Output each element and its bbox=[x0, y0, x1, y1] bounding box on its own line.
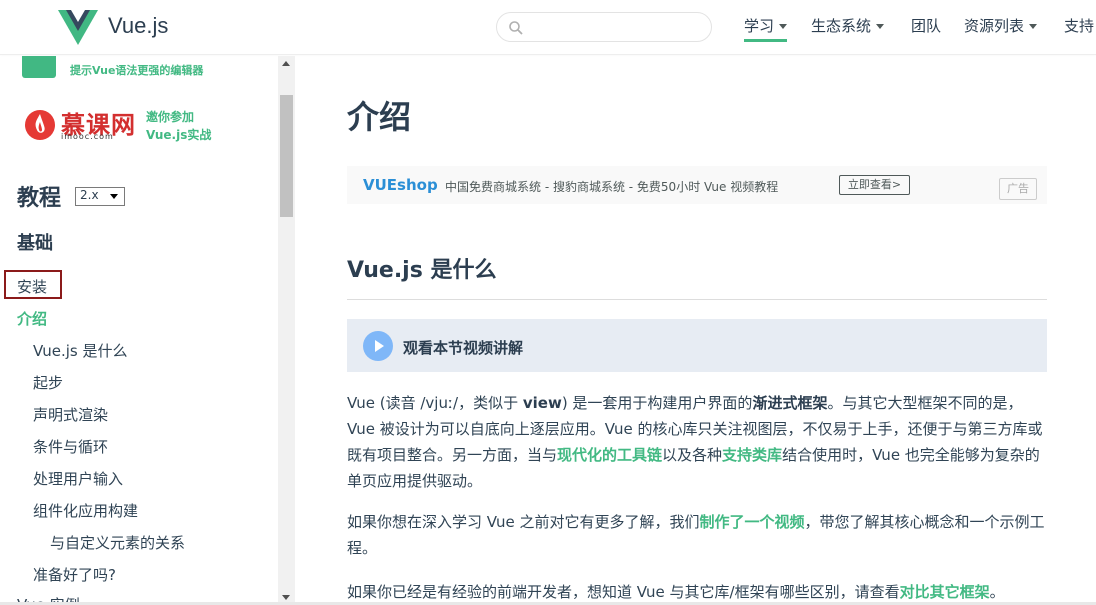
nav-label: 生态系统 bbox=[811, 17, 872, 35]
p3-text-1: 如果你已经是有经验的前端开发者，想知道 Vue 与其它库/框架有哪些区别，请查看 bbox=[347, 583, 900, 601]
ad-banner: VUEshop 中国免费商城系统 - 搜豹商城系统 - 免费50小时 Vue 视… bbox=[347, 166, 1047, 204]
search-input[interactable] bbox=[529, 17, 699, 37]
p1-text-2: ) 是一套用于构建用户界面的 bbox=[561, 394, 753, 412]
sidebar: 提示Vue语法更强的编辑器 慕课网 imooc.com 邀你参加 Vue.js实… bbox=[0, 56, 295, 605]
video-paragraph: 如果你想在深入学习 Vue 之前对它有更多了解，我们制作了一个视频，带您了解其核… bbox=[347, 509, 1047, 561]
nav-label: 资源列表 bbox=[964, 17, 1025, 35]
sidebar-scrollbar[interactable] bbox=[278, 56, 295, 605]
sidebar-item-getting-started[interactable]: 起步 bbox=[33, 372, 63, 393]
page-title: 介绍 bbox=[347, 98, 412, 136]
nav-label: 团队 bbox=[911, 17, 942, 35]
compare-frameworks-link[interactable]: 对比其它框架 bbox=[900, 583, 990, 601]
supporting-libraries-link[interactable]: 支持类库 bbox=[722, 446, 782, 464]
chevron-down-icon bbox=[779, 24, 788, 29]
ad-text[interactable]: 中国免费商城系统 - 搜豹商城系统 - 免费50小时 Vue 视频教程 bbox=[445, 178, 778, 195]
sidebar-item-handling-input[interactable]: 处理用户输入 bbox=[33, 468, 123, 489]
ad-tag: 广告 bbox=[999, 178, 1037, 200]
heading-divider bbox=[347, 299, 1047, 300]
nav-team[interactable]: 团队 bbox=[911, 15, 941, 36]
p1-bold-progressive: 渐进式框架 bbox=[752, 394, 828, 412]
imooc-subtitle: imooc.com bbox=[61, 132, 114, 141]
imooc-cta-line2: Vue.js实战 bbox=[146, 128, 212, 142]
sidebar-item-intro[interactable]: 介绍 bbox=[17, 308, 47, 329]
nav-label: 支持 bbox=[1064, 17, 1095, 35]
p1-text-1: Vue (读音 /vjuː/，类似于 bbox=[347, 394, 523, 412]
ad-brand[interactable]: VUEshop bbox=[363, 176, 438, 194]
top-header: Vue.js 学习 生态系统 团队 资源列表 支持 bbox=[0, 0, 1096, 55]
nav-label: 学习 bbox=[744, 17, 775, 35]
vue-logo-icon[interactable] bbox=[58, 10, 98, 46]
sidebar-item-ready[interactable]: 准备好了吗? bbox=[33, 564, 116, 585]
sidebar-item-declarative-rendering[interactable]: 声明式渲染 bbox=[33, 404, 108, 425]
sidebar-item-install[interactable]: 安装 bbox=[17, 276, 47, 297]
chevron-down-icon bbox=[1029, 24, 1038, 29]
intro-paragraph: Vue (读音 /vjuː/，类似于 view) 是一套用于构建用户界面的渐进式… bbox=[347, 390, 1047, 494]
chevron-down-icon bbox=[110, 194, 118, 199]
sidebar-section-title: 基础 bbox=[17, 233, 53, 254]
p2-text-1: 如果你想在深入学习 Vue 之前对它有更多了解，我们 bbox=[347, 513, 700, 531]
scroll-down-arrow-icon[interactable] bbox=[282, 595, 290, 600]
sidebar-item-conditionals-loops[interactable]: 条件与循环 bbox=[33, 436, 108, 457]
editor-sponsor-text[interactable]: 提示Vue语法更强的编辑器 bbox=[70, 62, 203, 78]
imooc-cta[interactable]: 邀你参加 Vue.js实战 bbox=[146, 108, 211, 144]
p3-text-2: 。 bbox=[989, 583, 1005, 601]
editor-sponsor-logo-icon[interactable] bbox=[22, 56, 56, 78]
made-a-video-link[interactable]: 制作了一个视频 bbox=[700, 513, 805, 531]
video-label[interactable]: 观看本节视频讲解 bbox=[403, 337, 523, 358]
version-select[interactable]: 2.x bbox=[75, 187, 125, 206]
scroll-up-arrow-icon[interactable] bbox=[282, 61, 290, 66]
search-icon bbox=[509, 21, 523, 35]
video-callout[interactable]: 观看本节视频讲解 bbox=[347, 319, 1047, 372]
nav-support[interactable]: 支持 bbox=[1064, 15, 1094, 36]
sidebar-item-components[interactable]: 组件化应用构建 bbox=[33, 500, 138, 521]
nav-learn[interactable]: 学习 bbox=[744, 15, 788, 42]
imooc-cta-line1: 邀你参加 bbox=[146, 110, 195, 124]
chevron-down-icon bbox=[876, 24, 885, 29]
imooc-logo-icon[interactable] bbox=[24, 108, 56, 142]
sidebar-item-custom-elements[interactable]: 与自定义元素的关系 bbox=[50, 532, 185, 553]
search-box[interactable] bbox=[496, 12, 712, 42]
sidebar-item-what-is-vue[interactable]: Vue.js 是什么 bbox=[33, 340, 128, 361]
section-heading: Vue.js 是什么 bbox=[347, 258, 497, 283]
version-value: 2.x bbox=[80, 188, 99, 202]
nav-ecosystem[interactable]: 生态系统 bbox=[811, 15, 885, 36]
nav-resources[interactable]: 资源列表 bbox=[964, 15, 1038, 36]
ad-view-button[interactable]: 立即查看> bbox=[839, 175, 910, 195]
p1-text-4: 以及各种 bbox=[662, 446, 723, 464]
play-icon[interactable] bbox=[363, 331, 393, 361]
sidebar-heading: 教程 bbox=[17, 186, 62, 211]
brand-name[interactable]: Vue.js bbox=[108, 13, 168, 39]
scroll-thumb[interactable] bbox=[280, 95, 293, 217]
modern-toolchain-link[interactable]: 现代化的工具链 bbox=[557, 446, 662, 464]
p1-bold-view: view bbox=[522, 394, 562, 412]
